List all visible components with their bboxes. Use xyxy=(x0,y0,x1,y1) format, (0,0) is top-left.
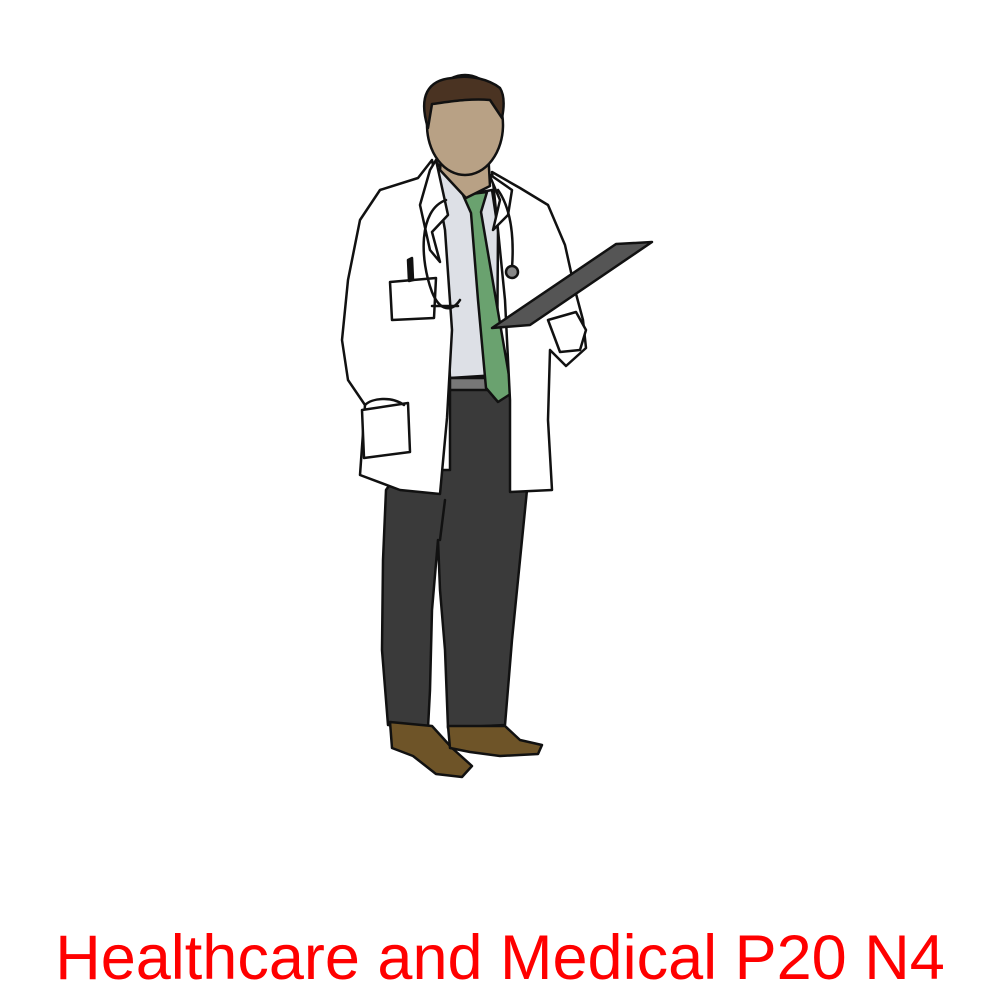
caption-title: Healthcare and Medical P20 N4 xyxy=(55,923,945,993)
canvas: Healthcare and Medical P20 N4 xyxy=(0,0,1000,1000)
shoes xyxy=(388,720,544,779)
pen-icon xyxy=(406,256,415,283)
doctor-illustration xyxy=(340,73,654,779)
lower-pocket xyxy=(360,401,412,460)
